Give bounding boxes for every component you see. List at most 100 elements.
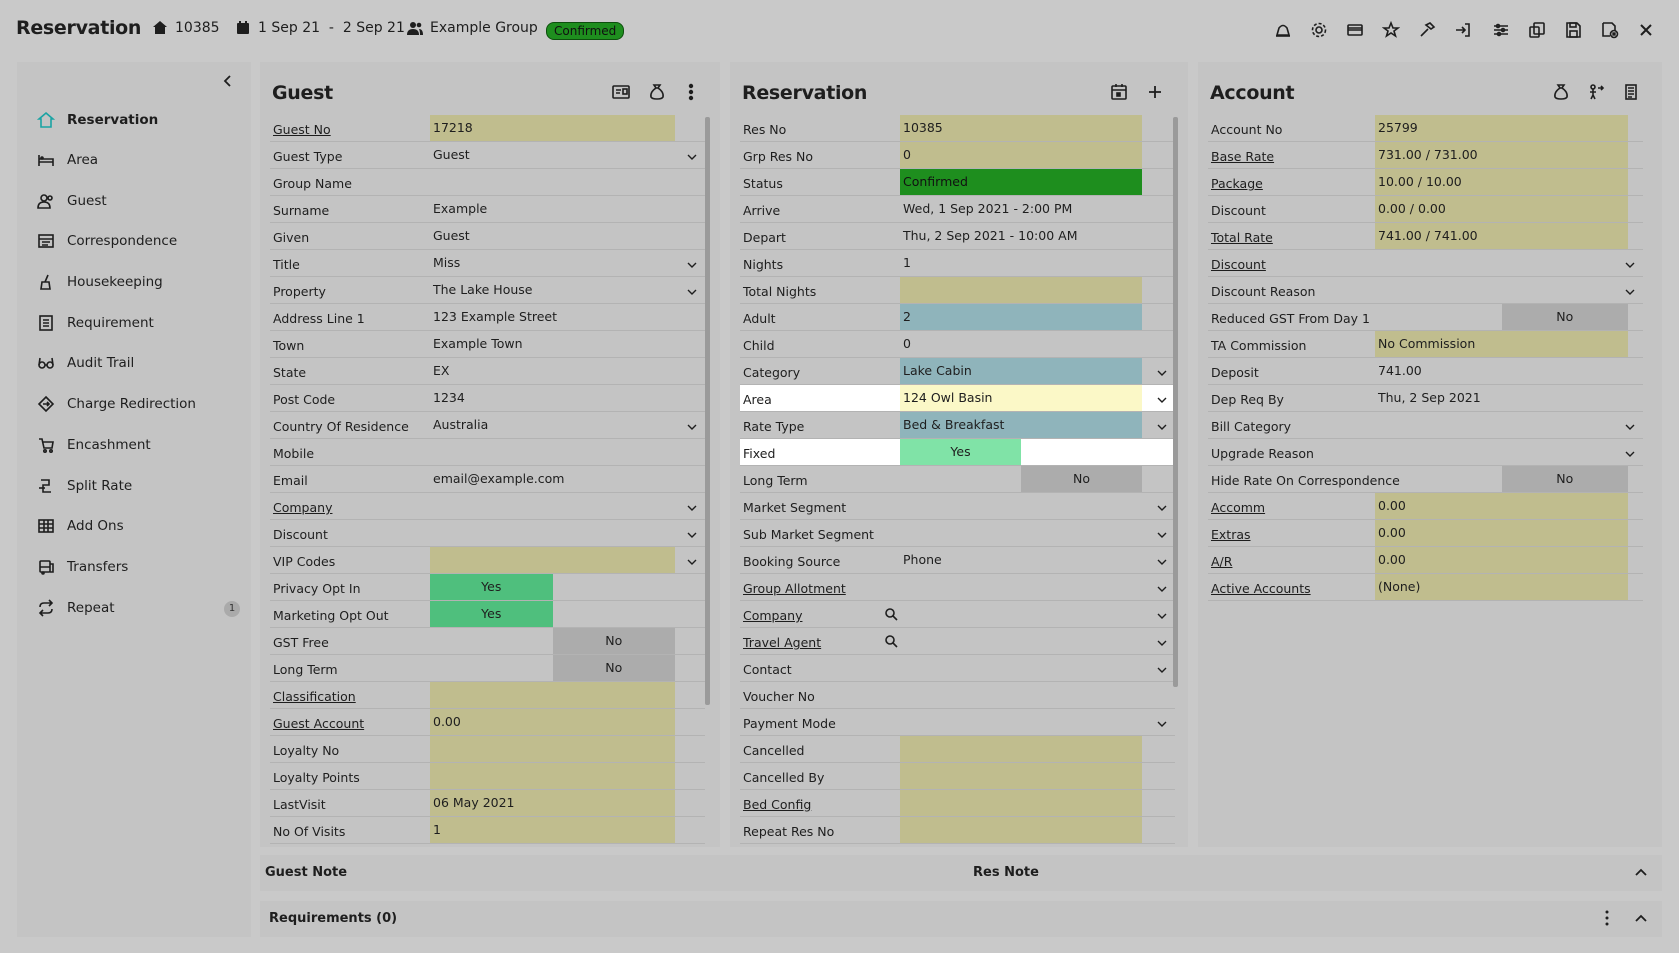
chevron-down-icon[interactable] <box>1157 501 1167 511</box>
chevron-down-icon[interactable] <box>687 528 697 538</box>
chevron-up-icon[interactable] <box>1634 911 1648 925</box>
field-value[interactable]: 10385 <box>900 115 1142 141</box>
hammer-icon[interactable] <box>1417 20 1437 40</box>
account-row-accomm[interactable]: Accomm 0.00 <box>1208 493 1643 520</box>
reservation-row-long-term[interactable]: Long Term No <box>740 466 1175 493</box>
field-value[interactable]: 0 <box>900 331 1142 357</box>
field-value[interactable]: Example <box>430 196 675 222</box>
toggle-value[interactable]: Yes <box>430 574 553 600</box>
account-row-discount-reason[interactable]: Discount Reason <box>1208 277 1643 304</box>
reservation-row-rate-type[interactable]: Rate Type Bed & Breakfast <box>740 412 1175 439</box>
field-value[interactable]: 17218 <box>430 115 675 141</box>
id-card-icon[interactable] <box>612 83 632 103</box>
chevron-up-icon[interactable] <box>1634 865 1648 879</box>
field-label[interactable]: Package <box>1211 176 1263 191</box>
field-value[interactable] <box>900 736 1142 762</box>
field-label[interactable]: Total Rate <box>1211 230 1273 245</box>
reservation-scrollbar[interactable] <box>1173 117 1178 687</box>
sliders-icon[interactable] <box>1491 20 1511 40</box>
account-row-a-r[interactable]: A/R 0.00 <box>1208 547 1643 574</box>
more-vertical-icon[interactable] <box>682 83 702 103</box>
reservation-row-contact[interactable]: Contact <box>740 655 1175 682</box>
guest-row-privacy-opt-in[interactable]: Privacy Opt In Yes <box>270 574 705 601</box>
field-value[interactable] <box>900 682 1142 708</box>
sidebar-item-charge-redirection[interactable]: Charge Redirection <box>37 392 237 416</box>
reservation-row-category[interactable]: Category Lake Cabin <box>740 358 1175 385</box>
field-value[interactable]: 0.00 / 0.00 <box>1375 196 1628 222</box>
toggle-value[interactable]: No <box>1501 466 1628 492</box>
reservation-row-arrive[interactable]: Arrive Wed, 1 Sep 2021 - 2:00 PM <box>740 196 1175 223</box>
field-value[interactable]: (None) <box>1375 574 1628 600</box>
guest-row-vip-codes[interactable]: VIP Codes <box>270 547 705 574</box>
reservation-row-booking-source[interactable]: Booking Source Phone <box>740 547 1175 574</box>
account-row-package[interactable]: Package 10.00 / 10.00 <box>1208 169 1643 196</box>
sidebar-item-repeat[interactable]: Repeat 1 <box>37 596 240 620</box>
chevron-left-icon[interactable] <box>221 74 235 88</box>
sidebar-item-encashment[interactable]: Encashment <box>37 433 237 457</box>
account-row-total-rate[interactable]: Total Rate 741.00 / 741.00 <box>1208 223 1643 250</box>
field-value[interactable]: 0.00 <box>1375 493 1628 519</box>
chevron-down-icon[interactable] <box>1157 636 1167 646</box>
toggle-value[interactable]: No <box>552 628 675 654</box>
sidebar-item-requirement[interactable]: Requirement <box>37 311 237 335</box>
account-row-base-rate[interactable]: Base Rate 731.00 / 731.00 <box>1208 142 1643 169</box>
reservation-row-cancelled[interactable]: Cancelled <box>740 736 1175 763</box>
guest-row-mobile[interactable]: Mobile <box>270 439 705 466</box>
chevron-down-icon[interactable] <box>687 420 697 430</box>
field-value[interactable]: Example Town <box>430 331 675 357</box>
guest-row-country-of-residence[interactable]: Country Of Residence Australia <box>270 412 705 439</box>
guest-row-group-name[interactable]: Group Name <box>270 169 705 196</box>
field-value[interactable] <box>900 817 1142 843</box>
guest-row-no-of-visits[interactable]: No Of Visits 1 <box>270 817 705 844</box>
field-value[interactable] <box>1375 277 1628 303</box>
chevron-down-icon[interactable] <box>1625 285 1635 295</box>
field-value[interactable]: 0.00 <box>1375 520 1628 546</box>
star-icon[interactable] <box>1381 20 1401 40</box>
field-value[interactable]: 0.00 <box>1375 547 1628 573</box>
field-value[interactable]: 10.00 / 10.00 <box>1375 169 1628 195</box>
field-value[interactable] <box>430 736 675 762</box>
guest-row-email[interactable]: Email email@example.com <box>270 466 705 493</box>
field-value[interactable] <box>900 493 1142 519</box>
field-value[interactable]: Miss <box>430 250 675 276</box>
guest-row-classification[interactable]: Classification <box>270 682 705 709</box>
account-row-bill-category[interactable]: Bill Category <box>1208 412 1643 439</box>
sidebar-item-transfers[interactable]: Transfers <box>37 555 237 579</box>
calendar-icon[interactable] <box>1110 83 1130 103</box>
chevron-down-icon[interactable] <box>1157 420 1167 430</box>
requirements-bar[interactable]: Requirements (0) <box>260 901 1662 937</box>
field-label[interactable]: Extras <box>1211 527 1251 542</box>
guest-row-discount[interactable]: Discount <box>270 520 705 547</box>
reservation-row-grp-res-no[interactable]: Grp Res No 0 <box>740 142 1175 169</box>
chevron-down-icon[interactable] <box>1625 447 1635 457</box>
reservation-row-total-nights[interactable]: Total Nights <box>740 277 1175 304</box>
guest-row-surname[interactable]: Surname Example <box>270 196 705 223</box>
toggle-value[interactable]: No <box>1021 466 1142 492</box>
reservation-row-nights[interactable]: Nights 1 <box>740 250 1175 277</box>
search-icon[interactable] <box>884 607 898 621</box>
field-value[interactable] <box>900 628 1142 654</box>
reservation-row-area[interactable]: Area 124 Owl Basin <box>740 385 1175 412</box>
field-value[interactable]: 0.00 <box>430 709 675 735</box>
chevron-down-icon[interactable] <box>1157 528 1167 538</box>
field-value[interactable] <box>900 655 1142 681</box>
field-label[interactable]: Company <box>743 608 802 623</box>
guest-row-given[interactable]: Given Guest <box>270 223 705 250</box>
account-row-ta-commission[interactable]: TA Commission No Commission <box>1208 331 1643 358</box>
chevron-down-icon[interactable] <box>687 150 697 160</box>
reservation-row-depart[interactable]: Depart Thu, 2 Sep 2021 - 10:00 AM <box>740 223 1175 250</box>
field-value[interactable] <box>900 790 1142 816</box>
field-value[interactable]: Lake Cabin <box>900 358 1142 384</box>
chevron-down-icon[interactable] <box>1157 393 1167 403</box>
chevron-down-icon[interactable] <box>687 285 697 295</box>
field-value[interactable]: Guest <box>430 142 675 168</box>
chevron-down-icon[interactable] <box>687 501 697 511</box>
chevron-down-icon[interactable] <box>687 258 697 268</box>
field-label[interactable]: Classification <box>273 689 356 704</box>
reservation-row-cancelled-by[interactable]: Cancelled By <box>740 763 1175 790</box>
copy-icon[interactable] <box>1527 20 1547 40</box>
guest-row-property[interactable]: Property The Lake House <box>270 277 705 304</box>
field-value[interactable]: Australia <box>430 412 675 438</box>
reservation-row-res-no[interactable]: Res No 10385 <box>740 115 1175 142</box>
invoice-icon[interactable] <box>1622 83 1642 103</box>
